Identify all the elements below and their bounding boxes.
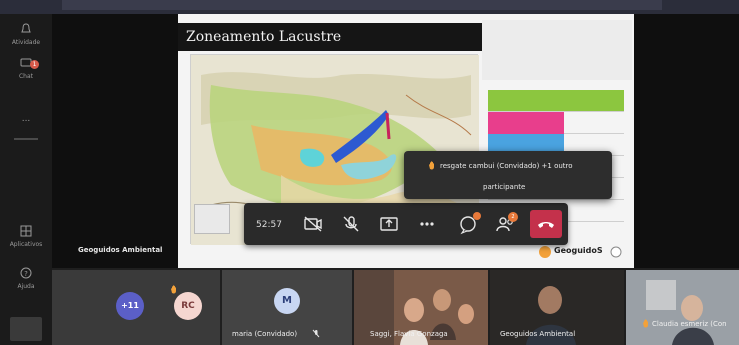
- share-screen-icon[interactable]: [378, 213, 400, 235]
- participants-count-badge: 2: [508, 212, 518, 222]
- more-options-icon[interactable]: [416, 213, 438, 235]
- meeting-timer: 52:57: [256, 220, 282, 230]
- rail-item-apps[interactable]: Aplicativos: [0, 224, 52, 248]
- mic-off-icon: [312, 329, 320, 338]
- notification-text-continued: participante: [483, 183, 526, 191]
- rail-item-label: Ajuda: [17, 283, 35, 290]
- chat-unread-badge: 1: [30, 60, 39, 69]
- participant-tile-video[interactable]: Geoguidos Ambiental: [490, 270, 624, 345]
- more-participants-avatar[interactable]: +11: [116, 292, 144, 320]
- raised-hand-icon: [643, 319, 648, 328]
- mic-off-icon[interactable]: [340, 213, 362, 235]
- rail-item-label: Atividade: [11, 39, 41, 46]
- top-bar: [0, 0, 739, 14]
- app-rail: Atividade Chat 1 ... Aplicativos ? Ajuda: [0, 14, 52, 345]
- rail-item-chat[interactable]: Chat: [0, 56, 52, 80]
- rail-download-button[interactable]: [10, 317, 42, 341]
- logo-badge-icon: [610, 246, 622, 258]
- video-feed: [626, 270, 739, 345]
- hang-up-button[interactable]: [530, 210, 562, 238]
- chat-notification-dot: [473, 212, 481, 220]
- meeting-header-strip: [62, 0, 662, 10]
- map-legend-box: [194, 204, 230, 234]
- logo-text: GeoguidoS: [554, 246, 603, 255]
- raised-hand-icon: [171, 285, 176, 294]
- participant-name: Saggi, Flavia Gonzaga: [370, 330, 448, 338]
- help-icon: ?: [20, 267, 32, 279]
- svg-text:?: ?: [24, 270, 28, 278]
- rail-item-activity[interactable]: Atividade: [0, 22, 52, 46]
- apps-icon: [20, 225, 32, 237]
- rail-divider: [14, 138, 38, 140]
- participant-tile-overflow[interactable]: +11 RC: [52, 270, 220, 345]
- rail-item-label: Aplicativos: [9, 241, 43, 248]
- notification-text: resgate cambui (Convidado) +1 outro: [440, 162, 573, 170]
- rail-item-label: Chat: [18, 73, 34, 80]
- slide-header-right: [482, 20, 632, 80]
- rail-item-help[interactable]: ? Ajuda: [0, 266, 52, 290]
- rail-item-more[interactable]: ...: [0, 114, 52, 124]
- participant-name: Geoguidos Ambiental: [500, 330, 576, 338]
- raised-hand-notification[interactable]: [404, 151, 612, 199]
- table-row: [488, 112, 624, 134]
- table-header-row: [488, 90, 624, 112]
- participant-tile[interactable]: M maria (Convidado): [222, 270, 352, 345]
- camera-off-icon[interactable]: [302, 213, 324, 235]
- avatar: RC: [174, 292, 202, 320]
- slide-title: Zoneamento Lacustre: [178, 23, 482, 51]
- meeting-toolbar: [244, 203, 568, 245]
- participant-tile-video[interactable]: Saggi, Flavia Gonzaga: [354, 270, 488, 345]
- raised-hand-icon: [429, 161, 434, 170]
- phone-hangup-icon: [538, 222, 554, 228]
- avatar: M: [274, 288, 300, 314]
- geoguidos-logo: GeoguidoS: [538, 242, 628, 262]
- participant-name: Claudia esmeriz (Con: [652, 320, 727, 328]
- more-icon: ...: [21, 114, 31, 124]
- logo-mark-icon: [539, 246, 551, 258]
- bell-icon: [21, 23, 31, 33]
- table-cell-zone: [488, 112, 564, 134]
- presenter-name: Geoguidos Ambiental: [78, 246, 163, 254]
- participant-name: maria (Convidado): [232, 330, 298, 338]
- participant-tile-video[interactable]: Claudia esmeriz (Con: [626, 270, 739, 345]
